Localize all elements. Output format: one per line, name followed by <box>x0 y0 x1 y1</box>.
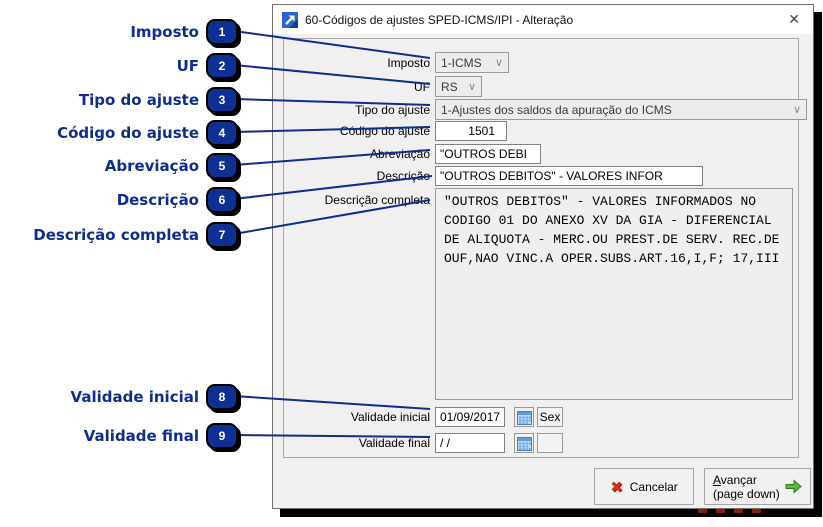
callout-badge: 6 <box>206 187 238 213</box>
row-uf: UF RS ∨ <box>292 76 482 97</box>
validade-inicial-label: Validade inicial <box>292 410 435 424</box>
validade-final-label: Validade final <box>292 436 435 450</box>
abreviacao-label: Abreviação <box>292 147 435 161</box>
calendar-icon <box>517 410 532 425</box>
close-icon[interactable]: ✕ <box>784 11 804 29</box>
validade-final-calendar-button[interactable] <box>514 433 534 453</box>
window-title: 60-Códigos de ajustes SPED-ICMS/IPI - Al… <box>305 13 573 27</box>
cancel-button[interactable]: ✖ Cancelar <box>594 468 694 505</box>
callout-uf: UF2 <box>0 51 238 81</box>
callout-validade-inicial: Validade inicial8 <box>0 382 238 412</box>
callout-imposto: Imposto1 <box>0 17 238 47</box>
row-validade-final: Validade final / / <box>292 433 563 453</box>
callout-badge: 5 <box>206 153 238 179</box>
green-arrow-icon <box>785 479 802 494</box>
callout-abreviacao: Abreviação5 <box>0 151 238 181</box>
callout-validade-final: Validade final9 <box>0 421 238 451</box>
imposto-select: 1-ICMS ∨ <box>435 52 509 73</box>
dialog-window: 60-Códigos de ajustes SPED-ICMS/IPI - Al… <box>272 4 814 509</box>
row-tipo-ajuste: Tipo do ajuste 1-Ajustes dos saldos da a… <box>292 99 807 120</box>
advance-button[interactable]: Avançar(page down) <box>704 468 811 505</box>
validade-final-input[interactable]: / / <box>435 433 505 453</box>
form-panel: Imposto 1-ICMS ∨ UF RS ∨ Tipo do ajuste … <box>283 38 799 458</box>
descricao-label: Descrição <box>292 169 435 183</box>
row-codigo-ajuste: Código do ajuste 1501 <box>292 121 507 141</box>
callout-badge: 1 <box>206 19 238 45</box>
shadow-artifact <box>698 509 762 513</box>
callout-badge: 2 <box>206 53 238 79</box>
callout-badge: 9 <box>206 423 238 449</box>
cancel-button-label: Cancelar <box>630 480 678 494</box>
callout-descricao-completa: Descrição completa7 <box>0 220 238 250</box>
callout-badge: 8 <box>206 384 238 410</box>
imposto-label: Imposto <box>292 56 435 70</box>
validade-inicial-input[interactable]: 01/09/2017 <box>435 407 505 427</box>
validade-inicial-calendar-button[interactable] <box>514 407 534 427</box>
chevron-down-icon: ∨ <box>491 57 503 68</box>
row-abreviacao: Abreviação "OUTROS DEBI <box>292 144 541 164</box>
callout-badge: 7 <box>206 222 238 248</box>
export-arrow-icon <box>282 12 298 28</box>
screenshot-root: { "window": { "title": "60-Códigos de aj… <box>0 0 823 527</box>
callout-badge: 4 <box>206 120 238 146</box>
row-descricao-completa: Descrição completa "OUTROS DEBITOS" - VA… <box>292 188 793 400</box>
row-imposto: Imposto 1-ICMS ∨ <box>292 52 509 73</box>
uf-label: UF <box>292 80 435 94</box>
advance-button-label: Avançar(page down) <box>713 473 780 501</box>
callout-codigo-ajuste: Código do ajuste4 <box>0 118 238 148</box>
validade-final-weekday <box>537 433 563 453</box>
tipo-ajuste-select: 1-Ajustes dos saldos da apuração do ICMS… <box>435 99 807 120</box>
callout-badge: 3 <box>206 87 238 113</box>
uf-select: RS ∨ <box>435 76 482 97</box>
descricao-completa-label: Descrição completa <box>292 188 435 207</box>
chevron-down-icon: ∨ <box>789 104 801 115</box>
descricao-input[interactable]: "OUTROS DEBITOS" - VALORES INFOR <box>435 166 703 186</box>
tipo-ajuste-label: Tipo do ajuste <box>292 103 435 117</box>
codigo-ajuste-input[interactable]: 1501 <box>435 121 507 141</box>
codigo-ajuste-label: Código do ajuste <box>292 124 435 138</box>
callout-descricao: Descrição6 <box>0 185 238 215</box>
calendar-icon <box>517 436 532 451</box>
descricao-completa-textarea[interactable]: "OUTROS DEBITOS" - VALORES INFORMADOS NO… <box>435 188 793 400</box>
row-descricao: Descrição "OUTROS DEBITOS" - VALORES INF… <box>292 166 703 186</box>
abreviacao-input[interactable]: "OUTROS DEBI <box>435 144 541 164</box>
callout-tipo-ajuste: Tipo do ajuste3 <box>0 85 238 115</box>
chevron-down-icon: ∨ <box>464 81 476 92</box>
validade-inicial-weekday: Sex <box>537 407 563 427</box>
red-x-icon: ✖ <box>610 478 623 496</box>
title-bar[interactable]: 60-Códigos de ajustes SPED-ICMS/IPI - Al… <box>273 5 813 34</box>
row-validade-inicial: Validade inicial 01/09/2017 Sex <box>292 407 563 427</box>
